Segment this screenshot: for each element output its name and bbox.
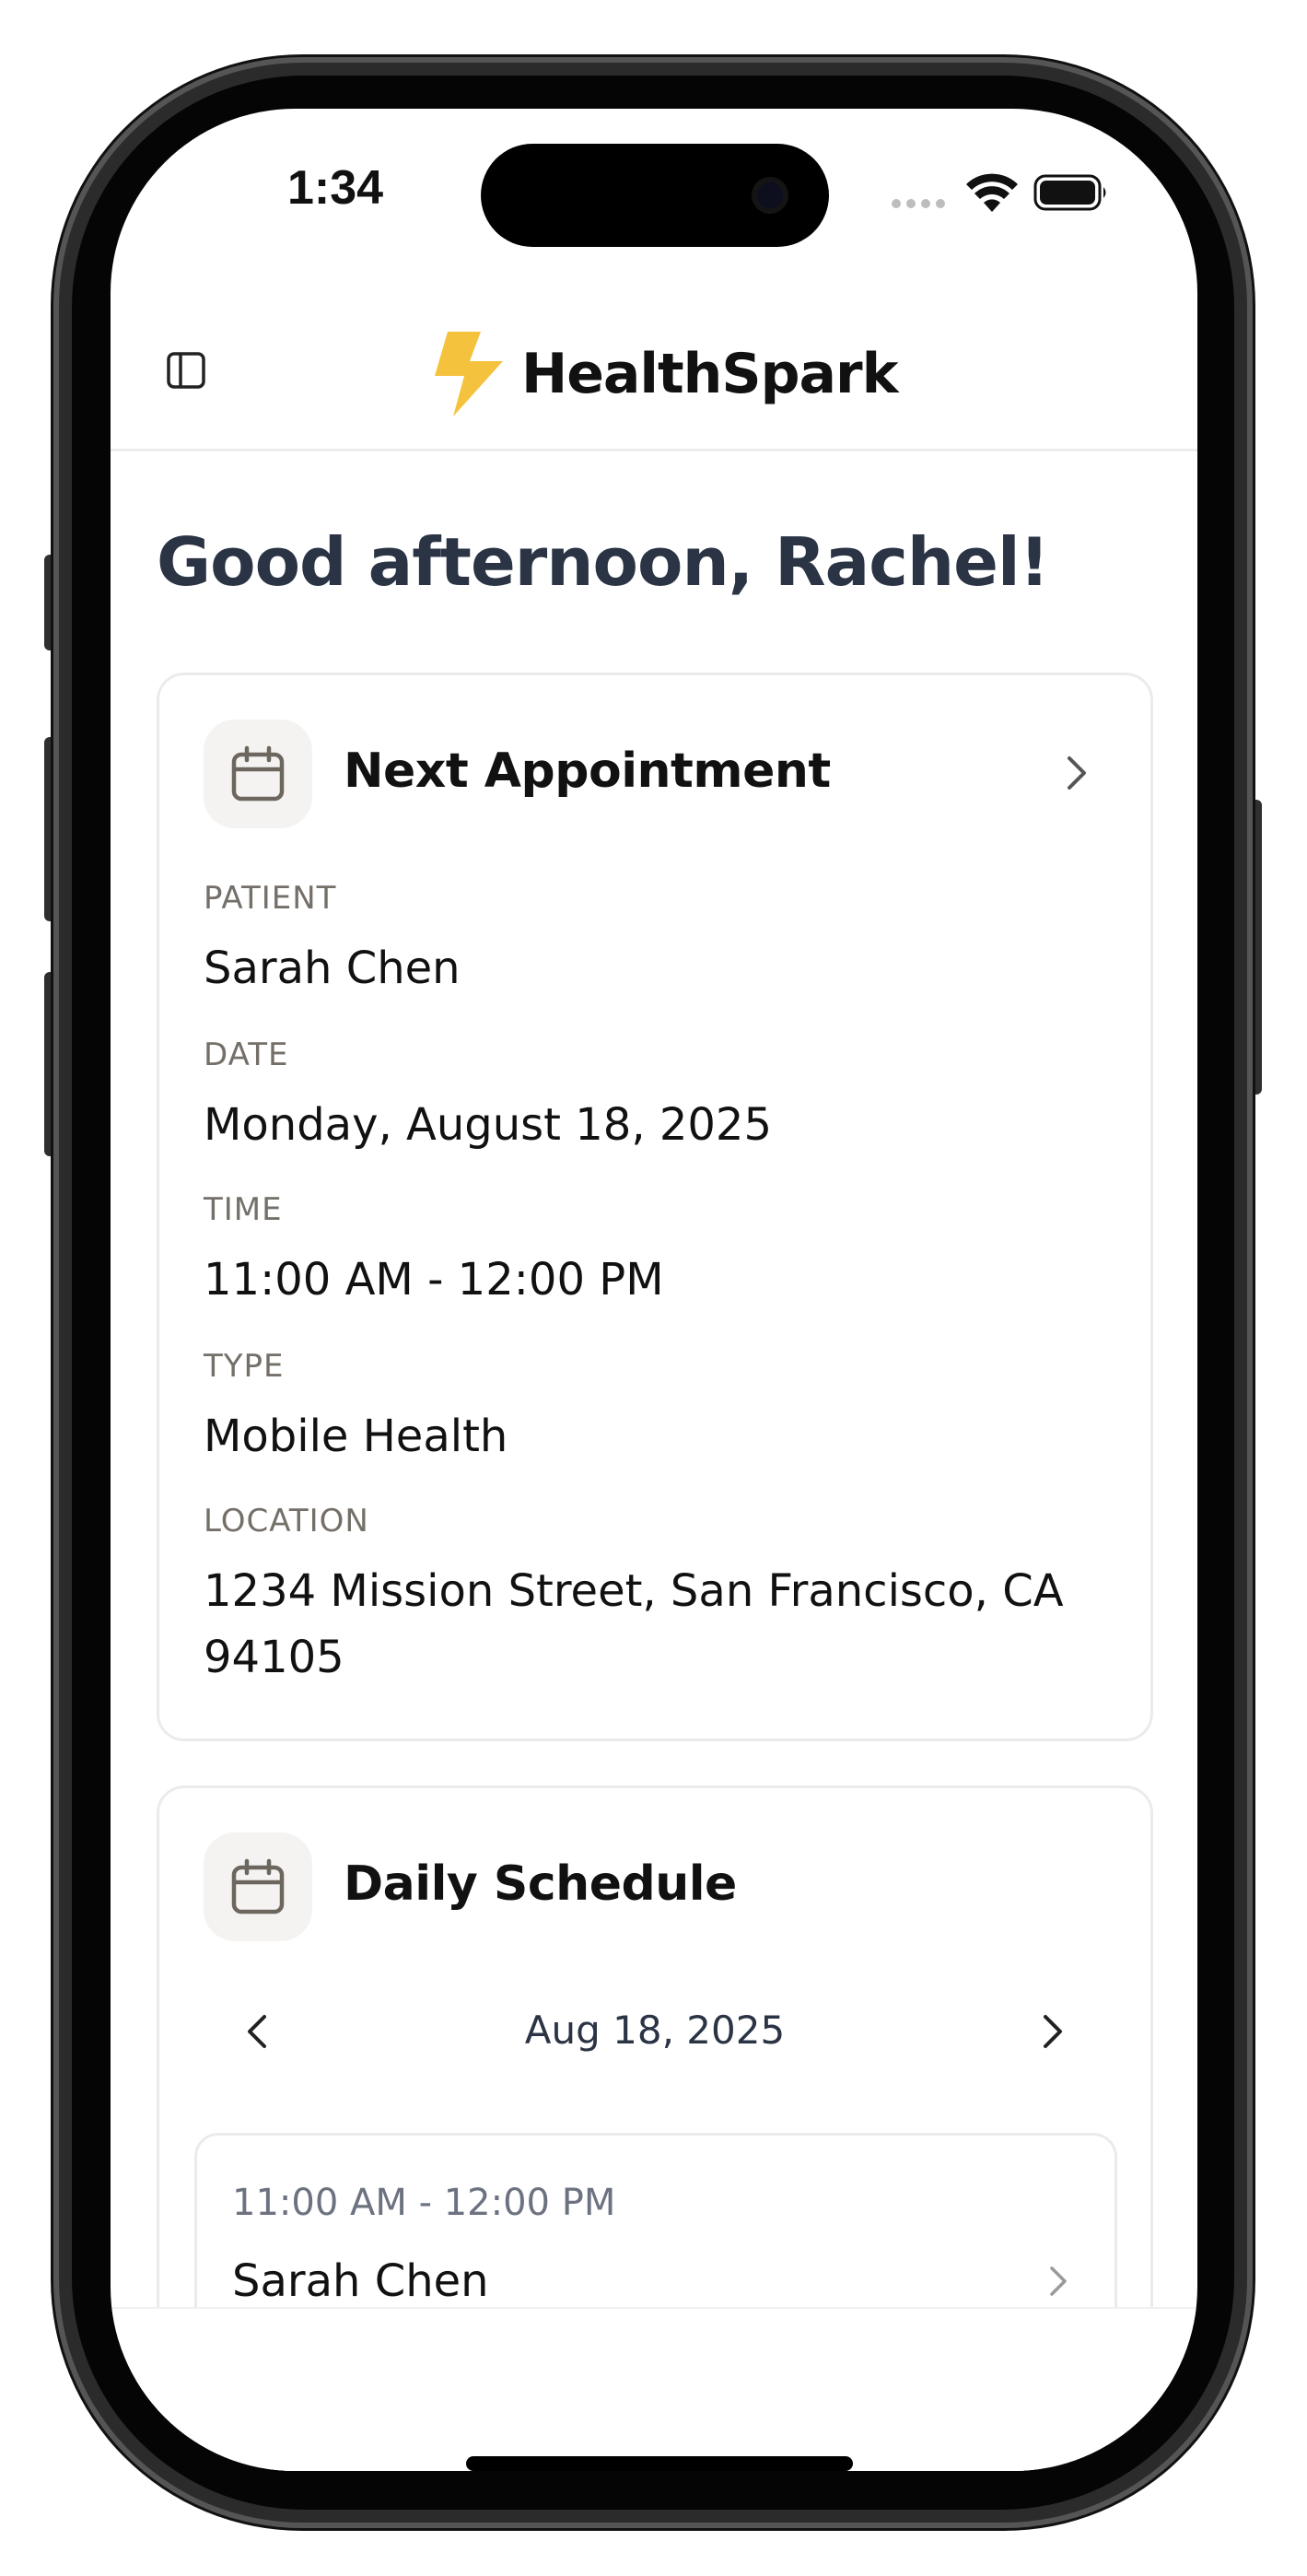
date-value: Monday, August 18, 2025 — [204, 1099, 772, 1151]
calendar-icon — [231, 1858, 285, 1914]
cellular-signal-icon — [892, 199, 945, 208]
location-label: LOCATION — [204, 1503, 369, 1540]
patient-label: PATIENT — [204, 880, 337, 917]
calendar-icon-badge — [204, 1832, 312, 1941]
wifi-icon — [966, 173, 1018, 212]
chevron-right-icon — [1050, 2266, 1067, 2296]
location-value: 1234 Mission Street, San Francisco, CA 9… — [204, 1565, 1064, 1683]
patient-value: Sarah Chen — [204, 943, 461, 994]
next-appointment-title: Next Appointment — [344, 744, 831, 799]
date-navigator: Aug 18, 2025 — [159, 1993, 1150, 2067]
chevron-right-icon[interactable] — [1034, 2009, 1071, 2054]
bottom-safe-area — [111, 2307, 1197, 2471]
front-camera — [752, 177, 788, 214]
time-value: 11:00 AM - 12:00 PM — [204, 1254, 664, 1306]
time-label: TIME — [204, 1191, 283, 1228]
app-screen: 1:34 HealthSpark Good afternoon, Rachel! — [111, 109, 1197, 2471]
lightning-bolt-icon — [435, 332, 503, 416]
next-appointment-card[interactable]: Next Appointment PATIENT Sarah Chen DATE… — [157, 673, 1153, 1741]
daily-schedule-title: Daily Schedule — [344, 1856, 737, 1912]
chevron-right-icon[interactable] — [1060, 751, 1093, 795]
app-header: HealthSpark — [111, 293, 1197, 451]
schedule-date: Aug 18, 2025 — [524, 2008, 786, 2053]
app-name: HealthSpark — [521, 342, 899, 406]
schedule-item-patient: Sarah Chen — [232, 2255, 489, 2307]
type-value: Mobile Health — [204, 1411, 508, 1462]
sidebar-toggle-icon[interactable] — [164, 348, 208, 392]
battery-icon — [1033, 174, 1106, 211]
schedule-item-time: 11:00 AM - 12:00 PM — [232, 2182, 616, 2224]
type-label: TYPE — [204, 1348, 285, 1385]
home-indicator[interactable] — [466, 2456, 853, 2471]
status-time: 1:34 — [286, 161, 384, 215]
app-logo: HealthSpark — [433, 330, 899, 418]
greeting-heading: Good afternoon, Rachel! — [157, 523, 1049, 601]
dynamic-island — [481, 144, 829, 247]
date-label: DATE — [204, 1036, 289, 1073]
calendar-icon-badge — [204, 720, 312, 828]
calendar-icon — [231, 745, 285, 802]
